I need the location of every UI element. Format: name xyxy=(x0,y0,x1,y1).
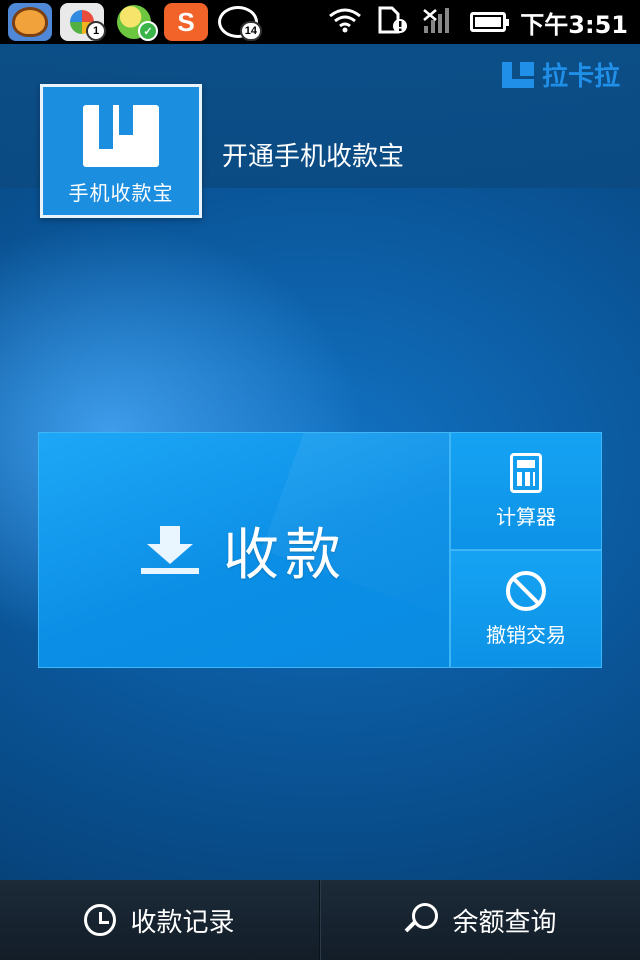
brand-logo: 拉卡拉 xyxy=(501,56,620,93)
battery-icon xyxy=(470,12,510,32)
sogou-app-icon xyxy=(164,3,208,41)
records-label: 收款记录 xyxy=(130,907,235,938)
notification-badge: 1 xyxy=(86,21,106,41)
status-bar: 1 ✓ 14 xyxy=(0,0,640,44)
wifi-icon xyxy=(328,7,362,37)
notification-icons: 1 ✓ 14 xyxy=(0,3,262,41)
search-icon xyxy=(404,903,439,937)
cancel-transaction-button[interactable]: 撤销交易 xyxy=(450,550,602,668)
tab-payment-records[interactable]: 收款记录 xyxy=(0,880,319,960)
photo-app-icon: 1 xyxy=(60,3,106,41)
lakala-logo-icon xyxy=(501,61,534,88)
calculator-label: 计算器 xyxy=(496,504,556,529)
balance-label: 余额查询 xyxy=(452,907,557,938)
check-badge: ✓ xyxy=(138,21,158,41)
app-tile[interactable]: 手机收款宝 xyxy=(40,84,202,218)
system-status: 下午3:51 xyxy=(328,5,640,40)
calculator-button[interactable]: 计算器 xyxy=(450,432,602,550)
collect-payment-button[interactable]: 收款 xyxy=(38,432,450,668)
brand-name: 拉卡拉 xyxy=(541,62,620,92)
notification-badge: 14 xyxy=(239,21,262,41)
chat-app-icon: 14 xyxy=(216,3,262,41)
collect-label: 收款 xyxy=(223,522,347,588)
monkey-app-icon xyxy=(8,3,52,41)
cancel-label: 撤销交易 xyxy=(486,622,566,647)
action-panel: 收款 计算器 撤销交易 xyxy=(38,432,602,668)
sim-alert-icon xyxy=(376,6,408,38)
clock-icon xyxy=(84,904,117,936)
tab-balance-query[interactable]: 余额查询 xyxy=(321,880,640,960)
open-service-link[interactable]: 开通手机收款宝 xyxy=(222,136,404,173)
cancel-icon xyxy=(506,570,546,611)
download-icon xyxy=(141,526,199,574)
bottom-nav: 收款记录 余额查询 xyxy=(0,880,640,960)
status-clock: 下午3:51 xyxy=(520,10,628,39)
app-logo-icon xyxy=(83,105,159,167)
signal-icon xyxy=(422,6,456,38)
calculator-icon xyxy=(510,452,542,493)
qq-app-icon: ✓ xyxy=(112,3,158,41)
main-screen: 拉卡拉 手机收款宝 开通手机收款宝 收款 计算器 撤销交易 xyxy=(0,44,640,880)
app-tile-label: 手机收款宝 xyxy=(68,181,174,205)
